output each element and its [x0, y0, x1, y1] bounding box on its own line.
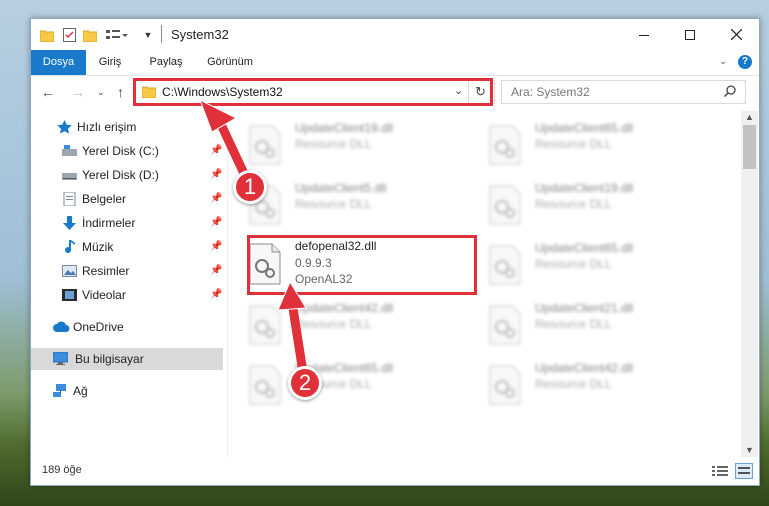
annotation-arrows: [199, 98, 307, 371]
callout-step-2: 2: [288, 366, 322, 400]
callout-step-1: 1: [233, 170, 267, 204]
